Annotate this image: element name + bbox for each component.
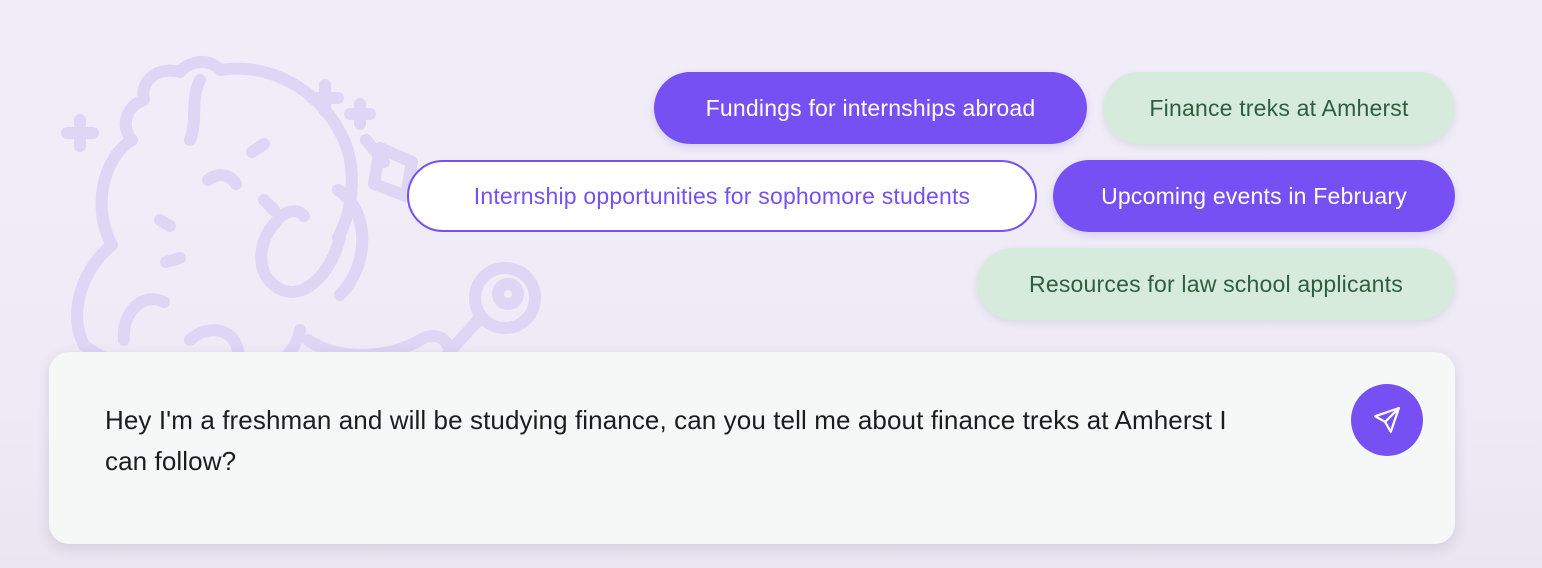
suggestion-chip-finance-treks[interactable]: Finance treks at Amherst [1103,72,1455,144]
suggestion-chip-fundings-abroad[interactable]: Fundings for internships abroad [654,72,1087,144]
suggestion-chip-law-school-resources[interactable]: Resources for law school applicants [977,248,1455,320]
message-composer[interactable]: Hey I'm a freshman and will be studying … [49,352,1455,544]
suggestion-chip-february-events[interactable]: Upcoming events in February [1053,160,1455,232]
send-icon [1374,407,1400,433]
message-input[interactable]: Hey I'm a freshman and will be studying … [105,400,1265,482]
send-button[interactable] [1351,384,1423,456]
suggestion-chip-sophomore-internships[interactable]: Internship opportunities for sophomore s… [407,160,1037,232]
